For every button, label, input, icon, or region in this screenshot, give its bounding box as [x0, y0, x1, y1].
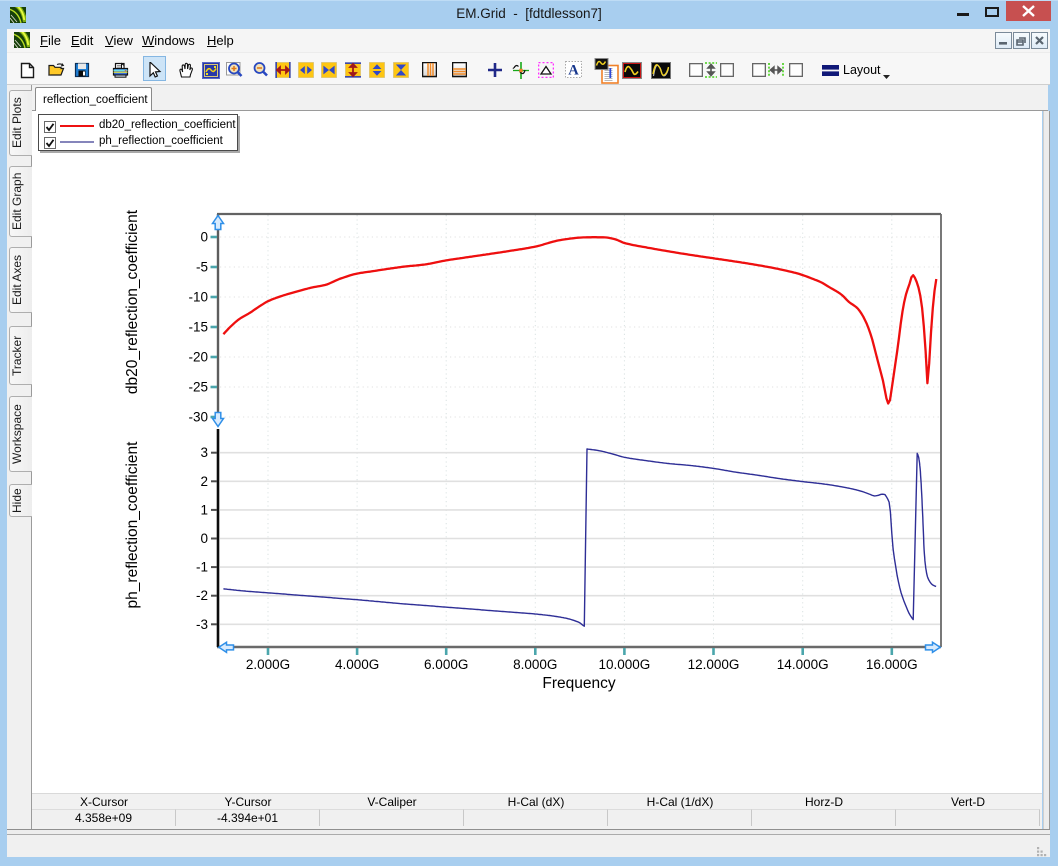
svg-text:12.000G: 12.000G — [688, 657, 740, 672]
svg-text:-10: -10 — [188, 290, 208, 305]
svg-text:2.000G: 2.000G — [246, 657, 290, 672]
svg-text:14.000G: 14.000G — [777, 657, 829, 672]
svg-text:8.000G: 8.000G — [513, 657, 557, 672]
svg-text:-5: -5 — [196, 260, 208, 275]
svg-text:4.000G: 4.000G — [335, 657, 379, 672]
svg-text:Frequency: Frequency — [542, 675, 615, 692]
svg-text:3: 3 — [200, 445, 208, 460]
svg-text:0: 0 — [200, 230, 208, 245]
svg-text:-15: -15 — [188, 320, 208, 335]
svg-text:-30: -30 — [188, 410, 208, 425]
svg-text:-20: -20 — [188, 350, 208, 365]
svg-text:-2: -2 — [196, 588, 208, 603]
svg-text:16.000G: 16.000G — [866, 657, 918, 672]
svg-text:-25: -25 — [188, 380, 208, 395]
svg-text:ph_reflection_coefficient: ph_reflection_coefficient — [124, 441, 141, 609]
svg-text:2: 2 — [200, 474, 208, 489]
svg-text:-3: -3 — [196, 617, 208, 632]
svg-text:6.000G: 6.000G — [424, 657, 468, 672]
svg-text:1: 1 — [200, 502, 208, 517]
svg-text:10.000G: 10.000G — [599, 657, 651, 672]
svg-text:0: 0 — [200, 531, 208, 546]
svg-text:db20_reflection_coefficient: db20_reflection_coefficient — [124, 209, 141, 394]
svg-text:-1: -1 — [196, 560, 208, 575]
